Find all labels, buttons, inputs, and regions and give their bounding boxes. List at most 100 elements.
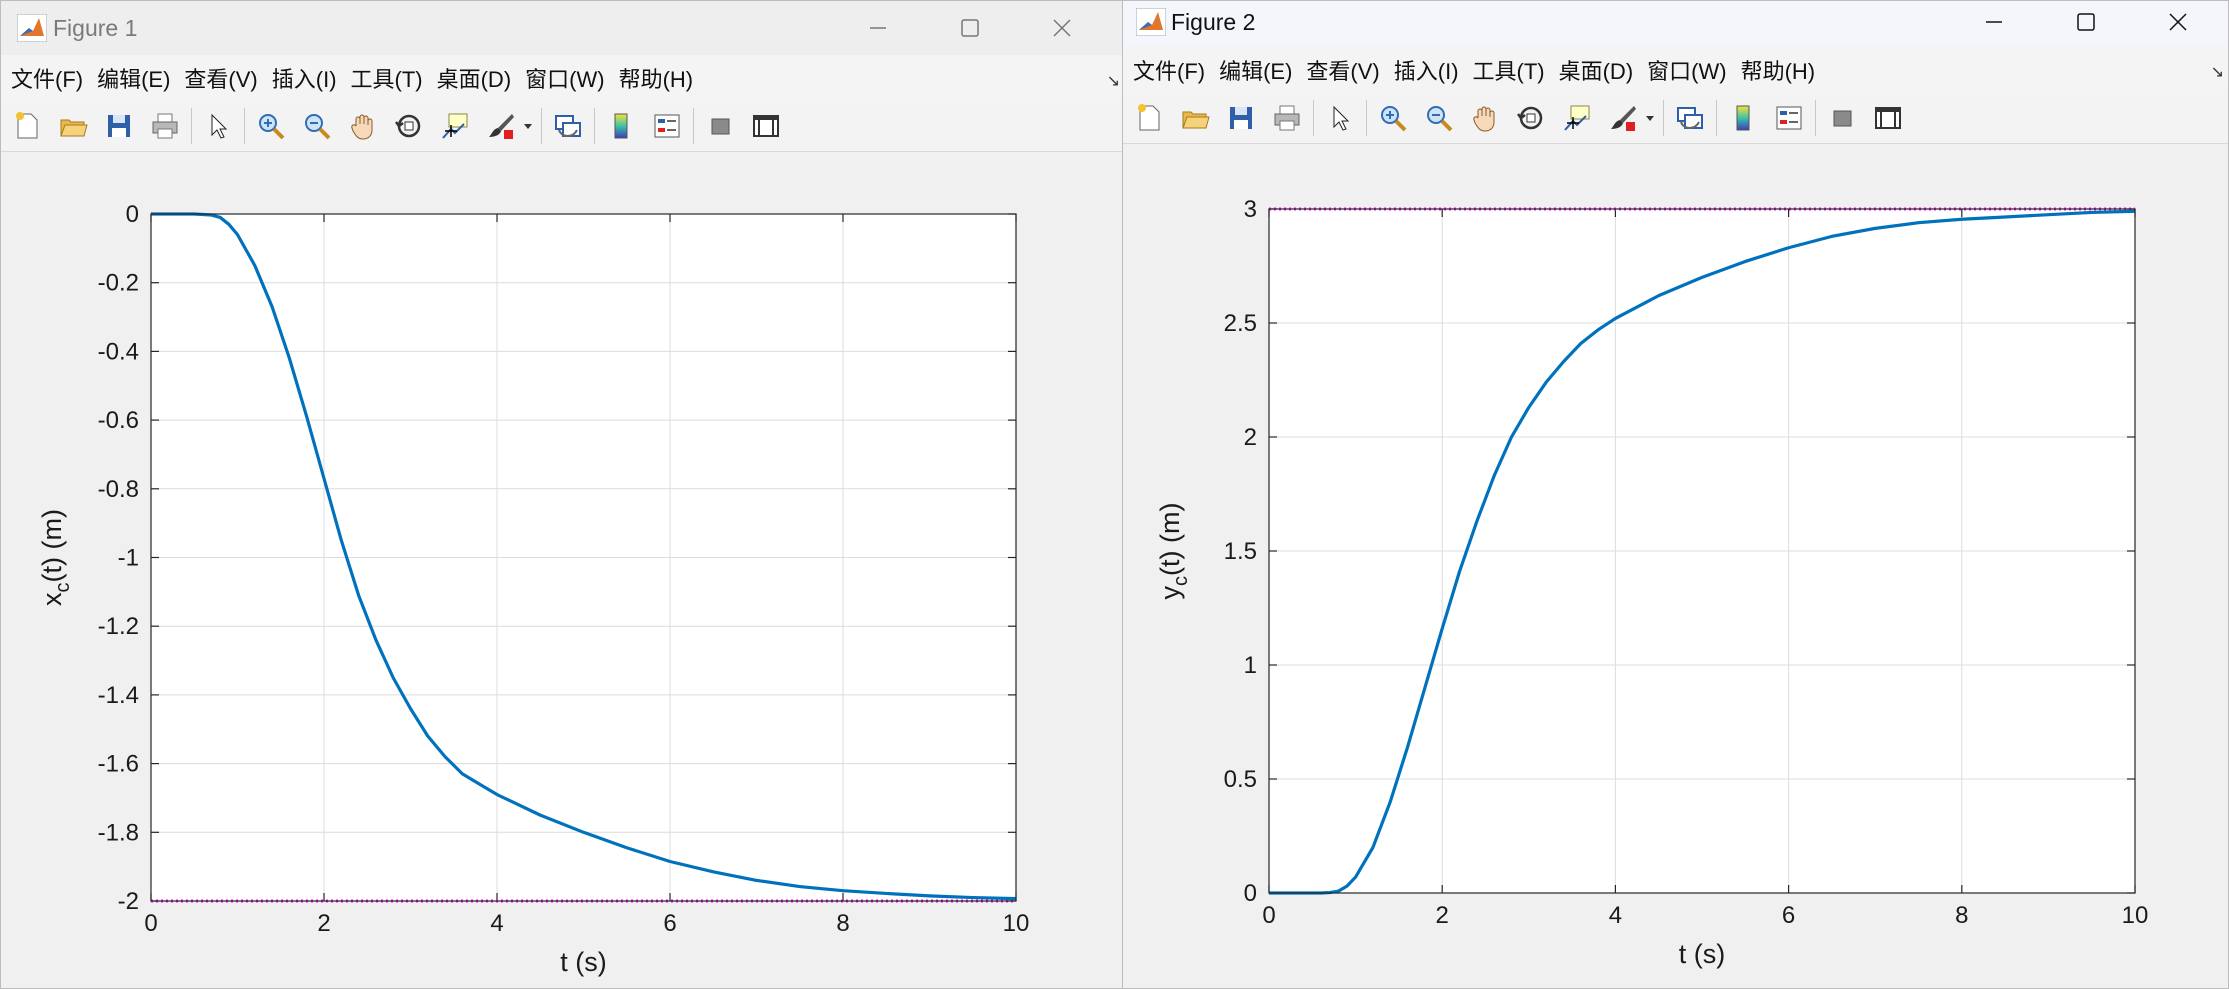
link-plot-button[interactable] (1670, 98, 1710, 138)
y-tick-label: 0 (1244, 880, 1257, 907)
menu-view[interactable]: 查看(V) (184, 62, 257, 94)
close-button[interactable] (1016, 9, 1108, 47)
menu-file[interactable]: 文件(F) (11, 62, 83, 94)
figure1-plot[interactable]: 0 2 4 6 8 10 0 -0.2 -0.4 -0.6 -0.8 -1 -1.2 -1.4 -1.6 -1… (1, 151, 1124, 989)
close-icon (2169, 13, 2187, 31)
toolbar-separator (693, 108, 694, 144)
figure1-menubar: 文件(F) 编辑(E) 查看(V) 插入(I) 工具(T) 桌面(D) 窗口(W… (1, 55, 1124, 101)
data-cursor-button[interactable] (1557, 98, 1597, 138)
menu-help[interactable]: 帮助(H) (1741, 54, 1816, 86)
zoom-out-button[interactable] (297, 106, 337, 146)
maximize-button[interactable] (2040, 3, 2132, 41)
pointer-button[interactable] (1320, 98, 1360, 138)
new-figure-button[interactable] (1129, 98, 1169, 138)
pointer-icon (211, 113, 228, 139)
new-figure-button[interactable] (7, 106, 47, 146)
rotate-3d-icon (395, 114, 421, 138)
pan-button[interactable] (1465, 98, 1505, 138)
print-button[interactable] (1267, 98, 1307, 138)
figure2-titlebar[interactable]: Figure 2 (1123, 1, 2228, 46)
menu-file[interactable]: 文件(F) (1133, 54, 1205, 86)
maximize-button[interactable] (924, 9, 1016, 47)
menu-insert[interactable]: 插入(I) (1394, 54, 1459, 86)
rotate-3d-button[interactable] (389, 106, 429, 146)
pointer-button[interactable] (198, 106, 238, 146)
pointer-icon (1333, 105, 1350, 131)
chevron-down-icon (1646, 116, 1654, 121)
x-tick-label: 2 (317, 910, 330, 937)
minimize-icon (1986, 21, 2002, 23)
menu-desktop[interactable]: 桌面(D) (1559, 54, 1634, 86)
hide-plot-tools-button[interactable] (1822, 98, 1862, 138)
toolbar-separator (1663, 100, 1664, 136)
zoom-out-button[interactable] (1419, 98, 1459, 138)
save-icon (1230, 107, 1252, 129)
open-file-icon (1182, 111, 1210, 129)
show-plot-tools-button[interactable] (1868, 98, 1908, 138)
colorbar-icon (614, 113, 628, 139)
menu-help[interactable]: 帮助(H) (619, 62, 694, 94)
menu-window[interactable]: 窗口(W) (1647, 54, 1726, 86)
y-axis-label: yc(t) (m) (1155, 503, 1192, 600)
x-tick-label: 4 (490, 910, 503, 937)
data-cursor-button[interactable] (435, 106, 475, 146)
x-tick-label: 10 (1003, 910, 1030, 937)
show-plot-tools-button[interactable] (746, 106, 786, 146)
brush-button[interactable] (481, 106, 521, 146)
legend-button[interactable] (647, 106, 687, 146)
menu-tools[interactable]: 工具(T) (1473, 54, 1545, 86)
y-axis-label-base: y (1155, 585, 1185, 599)
figure1-window: Figure 1 文件(F) 编辑(E) 查看(V) 插入(I) 工具(T) 桌… (0, 0, 1125, 989)
y-tick-label: 1 (1244, 652, 1257, 679)
menu-tools[interactable]: 工具(T) (351, 62, 423, 94)
print-button[interactable] (145, 106, 185, 146)
link-plot-button[interactable] (548, 106, 588, 146)
colorbar-button[interactable] (601, 106, 641, 146)
x-tick-label: 8 (1955, 902, 1968, 929)
open-file-button[interactable] (53, 106, 93, 146)
pan-button[interactable] (343, 106, 383, 146)
new-figure-icon (1138, 104, 1160, 131)
save-button[interactable] (99, 106, 139, 146)
hide-plot-tools-icon (1833, 110, 1852, 127)
open-file-button[interactable] (1175, 98, 1215, 138)
brush-dropdown[interactable] (523, 106, 533, 146)
menu-view[interactable]: 查看(V) (1306, 54, 1379, 86)
menu-overflow-icon[interactable]: ↘ (2211, 62, 2224, 82)
hide-plot-tools-button[interactable] (700, 106, 740, 146)
brush-dropdown[interactable] (1645, 98, 1655, 138)
y-tick-label: 0 (126, 201, 139, 228)
figure2-plot[interactable]: 0 2 4 6 8 10 0 0.5 1 1.5 2 2.5 3 t (s) yc(t) (m) (1123, 144, 2228, 989)
close-button[interactable] (2132, 3, 2224, 41)
save-button[interactable] (1221, 98, 1261, 138)
x-tick-label: 0 (1262, 902, 1275, 929)
legend-button[interactable] (1769, 98, 1809, 138)
menu-edit[interactable]: 编辑(E) (1219, 54, 1292, 86)
menu-desktop[interactable]: 桌面(D) (437, 62, 512, 94)
y-axis-label-rest: (t) (m) (1155, 503, 1185, 576)
brush-button[interactable] (1603, 98, 1643, 138)
data-cursor-icon (1564, 105, 1590, 131)
zoom-out-icon (305, 114, 331, 140)
colorbar-icon (1736, 105, 1750, 131)
minimize-button[interactable] (1948, 3, 2040, 41)
menu-overflow-icon[interactable]: ↘ (1107, 71, 1120, 91)
zoom-in-icon (1381, 106, 1407, 132)
colorbar-button[interactable] (1723, 98, 1763, 138)
toolbar-separator (1366, 100, 1367, 136)
menu-edit[interactable]: 编辑(E) (97, 62, 170, 94)
y-tick-label: 2.5 (1224, 310, 1257, 337)
figure1-titlebar[interactable]: Figure 1 (1, 1, 1124, 55)
menu-window[interactable]: 窗口(W) (525, 62, 604, 94)
zoom-in-button[interactable] (1373, 98, 1413, 138)
menu-insert[interactable]: 插入(I) (272, 62, 337, 94)
y-tick-label: -0.8 (98, 476, 139, 503)
y-tick-label: -0.4 (98, 338, 139, 365)
x-axis-label: t (s) (560, 947, 607, 977)
maximize-icon (2077, 13, 2095, 31)
rotate-3d-button[interactable] (1511, 98, 1551, 138)
zoom-in-button[interactable] (251, 106, 291, 146)
x-tick-label: 10 (2122, 902, 2149, 929)
minimize-button[interactable] (832, 9, 924, 47)
show-plot-tools-icon (753, 115, 779, 137)
